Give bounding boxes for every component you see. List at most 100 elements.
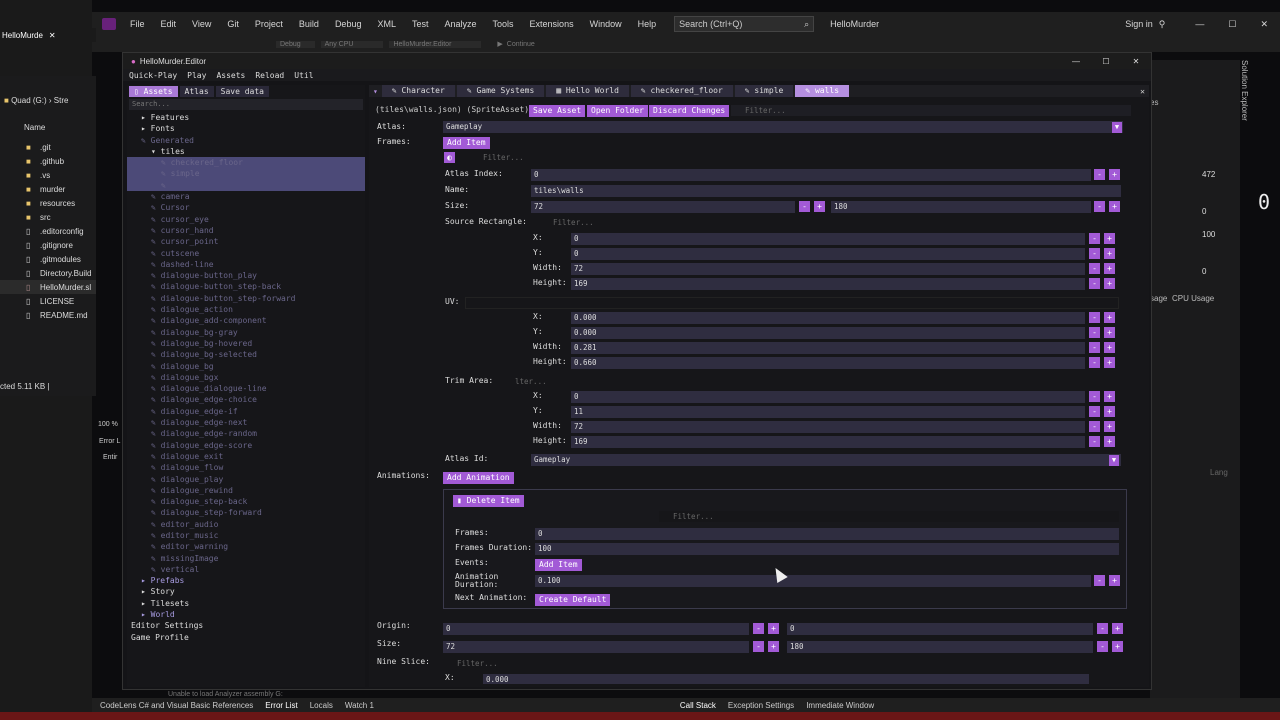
menu-extensions[interactable]: Extensions	[522, 19, 582, 29]
zoom-level[interactable]: 100 %	[98, 421, 118, 428]
tab-assets[interactable]: ▯ Assets	[129, 85, 178, 97]
list-item[interactable]: ▯ README.md	[0, 308, 96, 322]
uv-y-plus[interactable]: +	[1104, 327, 1115, 338]
status-call-stack[interactable]: Call Stack	[680, 701, 716, 710]
origin-y-minus[interactable]: -	[1097, 623, 1108, 634]
close-icon[interactable]: ✕	[1140, 87, 1145, 96]
src-w-minus[interactable]: -	[1089, 263, 1100, 274]
anim-duration-plus[interactable]: +	[1109, 575, 1120, 586]
close-icon[interactable]: ✕	[1260, 19, 1268, 30]
size2-y-minus[interactable]: -	[1097, 641, 1108, 652]
maximize-icon[interactable]: ☐	[1228, 19, 1236, 30]
tab-atlas[interactable]: Atlas	[179, 85, 214, 97]
trim-h-plus[interactable]: +	[1104, 436, 1115, 447]
tree-item[interactable]: ✎ checkered_floor	[127, 157, 365, 169]
cpu-usage-tab[interactable]: CPU Usage	[1172, 294, 1214, 303]
tree-item[interactable]: ✎ camera	[127, 191, 365, 202]
src-y-plus[interactable]: +	[1104, 248, 1115, 259]
tree-item[interactable]: ✎ cutscene	[127, 248, 365, 259]
uv-w-plus[interactable]: +	[1104, 342, 1115, 353]
tree-item[interactable]: ✎ dialogue_bg-gray	[127, 327, 365, 338]
tree-item[interactable]: ✎ editor_audio	[127, 519, 365, 530]
list-item[interactable]: ▯ Directory.Build	[0, 266, 96, 280]
tree-item[interactable]: ✎ cursor_eye	[127, 214, 365, 225]
tree-item[interactable]: ✎ dialogue_step-forward	[127, 507, 365, 518]
src-y-field[interactable]: 0	[571, 248, 1085, 260]
trim-w-plus[interactable]: +	[1104, 421, 1115, 432]
tree-item[interactable]: ✎ dialogue_edge-choice	[127, 394, 365, 405]
src-h-plus[interactable]: +	[1104, 278, 1115, 289]
menu-edit[interactable]: Edit	[153, 19, 185, 29]
tree-item[interactable]: Editor Settings	[127, 620, 365, 631]
tree-item[interactable]: ✎ dialogue_action	[127, 304, 365, 315]
create-default-button[interactable]: Create Default	[535, 594, 611, 606]
tab-hello-world[interactable]: ▦ Hello World	[546, 85, 629, 97]
trim-y-minus[interactable]: -	[1089, 406, 1100, 417]
menu-help[interactable]: Help	[630, 19, 665, 29]
size-y-minus[interactable]: -	[1094, 201, 1105, 212]
path-bar[interactable]: ■ Quad (G:) › Stre	[4, 96, 68, 105]
trim-h-minus[interactable]: -	[1089, 436, 1100, 447]
trim-x-field[interactable]: 0	[571, 391, 1085, 403]
startup-select[interactable]: HelloMurder.Editor	[389, 40, 482, 48]
platform-select[interactable]: Any CPU	[320, 40, 384, 48]
menu-project[interactable]: Project	[247, 19, 291, 29]
tree-item[interactable]: ▸ Story	[127, 586, 365, 597]
tabs-menu-icon[interactable]: ▾	[373, 87, 378, 96]
continue-button[interactable]: Continue	[507, 41, 535, 48]
src-h-minus[interactable]: -	[1089, 278, 1100, 289]
config-select[interactable]: Debug	[276, 40, 315, 48]
vs-search-input[interactable]: Search (Ctrl+Q) ⌕	[674, 16, 815, 32]
save-asset-button[interactable]: Save Asset	[529, 105, 586, 117]
menu-git[interactable]: Git	[219, 19, 247, 29]
tab-game-systems[interactable]: ✎ Game Systems	[456, 85, 545, 97]
tree-item[interactable]: ▸ Prefabs	[127, 575, 365, 586]
status-codelens[interactable]: CodeLens C# and Visual Basic References	[100, 701, 253, 710]
tree-item[interactable]: ✎ dialogue-button_step-back	[127, 281, 365, 292]
tree-item[interactable]: ✎ dialogue_bg-selected	[127, 349, 365, 360]
size-x-minus[interactable]: -	[799, 201, 810, 212]
origin-x-plus[interactable]: +	[768, 623, 779, 634]
name-header[interactable]: Name	[24, 123, 45, 132]
status-locals[interactable]: Locals	[310, 701, 333, 710]
size-x-plus[interactable]: +	[814, 201, 825, 212]
status-exception-settings[interactable]: Exception Settings	[728, 701, 794, 710]
status-watch[interactable]: Watch 1	[345, 701, 374, 710]
filter-input[interactable]: Filter...	[731, 105, 1131, 116]
menu-debug[interactable]: Debug	[327, 19, 370, 29]
atlas-index-field[interactable]: 0	[531, 169, 1091, 181]
tree-item[interactable]: ✎ cursor_point	[127, 236, 365, 247]
tree-item[interactable]: ✎ simple	[127, 168, 365, 180]
tree-item[interactable]: ✎ dialogue-button_play	[127, 270, 365, 281]
tree-item[interactable]: ✎ editor_music	[127, 530, 365, 541]
origin-y-plus[interactable]: +	[1112, 623, 1123, 634]
list-item[interactable]: ▯ HelloMurder.sl	[0, 280, 96, 294]
menu-reload[interactable]: Reload	[255, 71, 284, 80]
add-frame-button[interactable]: Add Item	[443, 137, 490, 149]
anim-frames-field[interactable]: 0	[535, 528, 1119, 540]
trim-w-minus[interactable]: -	[1089, 421, 1100, 432]
close-icon[interactable]: ✕	[49, 31, 56, 40]
tree-item[interactable]: ✎ dialogue_edge-next	[127, 417, 365, 428]
trim-y-plus[interactable]: +	[1104, 406, 1115, 417]
tree-item[interactable]: ✎ dialogue_flow	[127, 462, 365, 473]
uv-y-field[interactable]: 0.000	[571, 327, 1085, 339]
list-item[interactable]: ▯ LICENSE	[0, 294, 96, 308]
atlas-select[interactable]: Gameplay	[443, 121, 1123, 133]
nine-x-field[interactable]: 0.000	[483, 674, 1089, 684]
src-w-field[interactable]: 72	[571, 263, 1085, 275]
size-y-field[interactable]: 180	[831, 201, 1091, 213]
trim-x-plus[interactable]: +	[1104, 391, 1115, 402]
menu-view[interactable]: View	[184, 19, 219, 29]
uv-w-field[interactable]: 0.281	[571, 342, 1085, 354]
atlas-id-select[interactable]: Gameplay	[531, 454, 1121, 466]
list-item[interactable]: ■ .git	[0, 140, 96, 154]
size2-y-field[interactable]: 180	[787, 641, 1093, 653]
atlas-index-minus[interactable]: -	[1094, 169, 1105, 180]
list-item[interactable]: ■ .vs	[0, 168, 96, 182]
trim-filter-input[interactable]: lter...	[501, 376, 1119, 387]
source-filter-input[interactable]: Filter...	[539, 217, 1119, 228]
uv-y-minus[interactable]: -	[1089, 327, 1100, 338]
list-item[interactable]: ■ src	[0, 210, 96, 224]
tree-item[interactable]: ✎ dialogue_add-component	[127, 315, 365, 326]
